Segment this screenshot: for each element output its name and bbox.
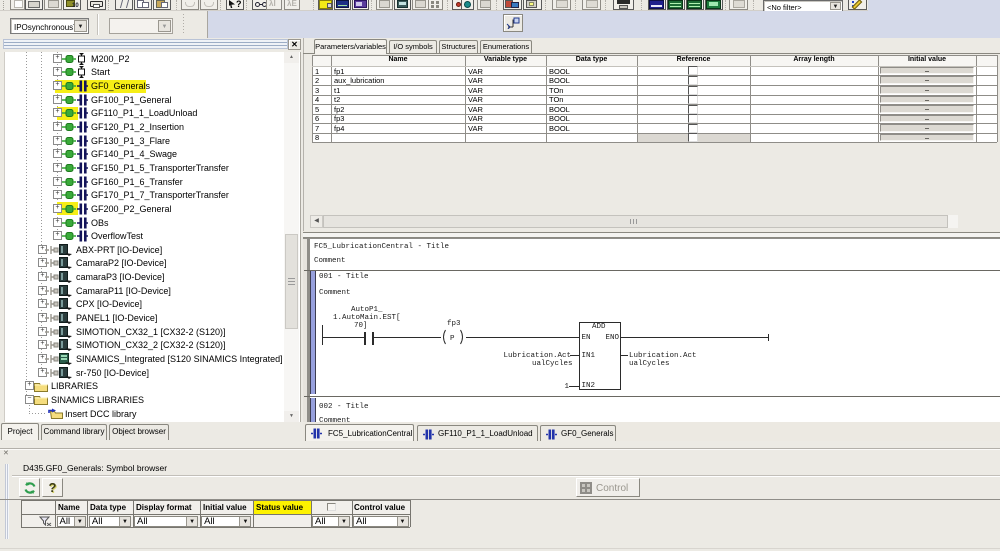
svg-text:P: P <box>450 335 455 343</box>
